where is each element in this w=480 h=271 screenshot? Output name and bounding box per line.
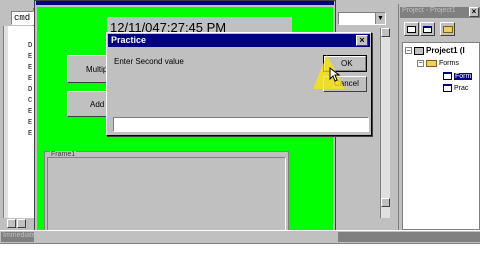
tree-item-forms[interactable]: − Forms — [417, 58, 459, 68]
code-window: cmd D E E E D C E E E — [0, 8, 34, 230]
code-view-buttons — [3, 218, 34, 230]
project-icon — [414, 46, 424, 55]
dialog-title: Practice — [111, 35, 147, 45]
tree-expander[interactable]: − — [417, 59, 424, 67]
toggle-folders-button[interactable] — [440, 22, 455, 36]
procedure-combo[interactable]: ▼ — [338, 12, 386, 25]
tree-item-label: Forms — [439, 59, 459, 67]
project-tree: − Project1 (I − Forms Form Prac — [402, 42, 480, 230]
vertical-scrollbar[interactable] — [380, 28, 390, 218]
procedure-view-button[interactable] — [7, 219, 16, 228]
tree-item-form1[interactable]: Form — [443, 71, 473, 81]
project-explorer-title: Project - Project1 — [402, 7, 456, 14]
view-code-button[interactable] — [404, 22, 419, 36]
multiply-button[interactable]: Multip — [67, 55, 107, 83]
project-explorer: Project - Project1 × − Project1 (I − For… — [398, 4, 480, 230]
folder-toggle-icon — [443, 26, 453, 33]
scroll-up-button[interactable] — [381, 28, 390, 37]
dialog-titlebar: Practice × — [108, 34, 370, 47]
code-line-marker — [4, 26, 8, 218]
immediate-titlebar: Immediate — [1, 232, 34, 242]
code-editor[interactable]: D E E E D C E E E — [3, 26, 34, 218]
tree-item-label: Prac — [454, 84, 469, 92]
view-object-button[interactable] — [420, 22, 435, 36]
add-button[interactable]: Add — [67, 91, 107, 117]
chevron-down-icon: ▼ — [375, 13, 385, 24]
mouse-cursor-icon — [329, 67, 341, 82]
multiply-button-label: Multip — [86, 64, 108, 74]
view-object-icon — [423, 26, 432, 33]
form-icon — [443, 84, 452, 92]
tree-item-practice[interactable]: Prac — [443, 83, 468, 93]
project-explorer-toolbar — [402, 20, 480, 40]
tree-expander[interactable]: − — [405, 47, 412, 55]
close-icon[interactable]: × — [469, 7, 479, 17]
second-panel-titlebar — [338, 232, 480, 242]
full-module-view-button[interactable] — [17, 219, 26, 228]
object-combo[interactable]: cmd — [11, 11, 34, 25]
scroll-down-button[interactable] — [381, 198, 390, 207]
form-icon — [443, 72, 452, 80]
dialog-prompt: Enter Second value — [114, 57, 184, 66]
immediate-window: Immediate — [0, 230, 480, 271]
immediate-title: Immediate — [3, 232, 34, 239]
object-combo-value: cmd — [14, 13, 31, 23]
practice-dialog: Practice × Enter Second value OK Cancel — [106, 32, 372, 136]
add-button-label: Add — [90, 99, 105, 109]
tree-item-label: Form — [454, 72, 473, 80]
dialog-input[interactable] — [113, 117, 369, 132]
form-titlebar — [36, 1, 334, 5]
immediate-pane[interactable] — [0, 243, 480, 271]
close-icon[interactable]: × — [356, 35, 368, 46]
view-code-icon — [407, 26, 416, 33]
project-explorer-titlebar: Project - Project1 × — [400, 7, 480, 18]
tree-item-project[interactable]: − Project1 (I — [405, 45, 465, 56]
tree-item-label: Project1 (I — [426, 46, 465, 55]
folder-icon — [426, 59, 437, 67]
